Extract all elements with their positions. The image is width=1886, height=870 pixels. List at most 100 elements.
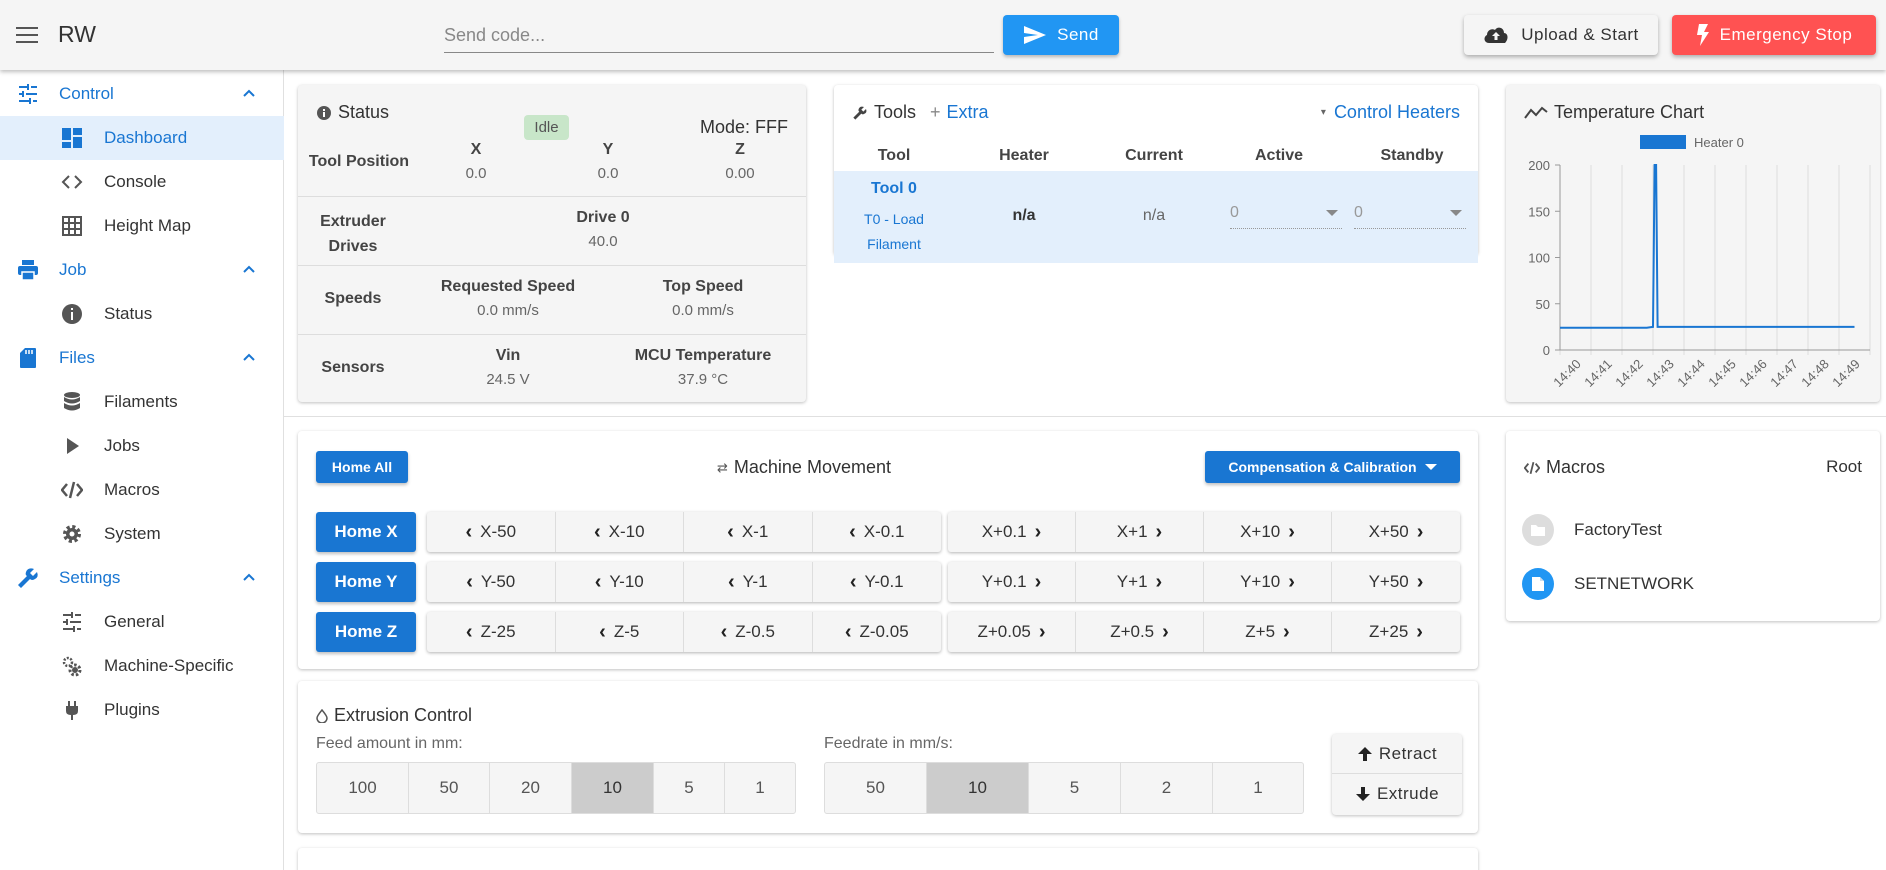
home-x-button[interactable]: Home X xyxy=(316,512,416,552)
sidebar-item-filaments[interactable]: Filaments xyxy=(0,380,284,424)
column-header: Active xyxy=(1254,147,1304,164)
extra-tab[interactable]: + Extra xyxy=(930,102,989,123)
feedrate-option[interactable]: 5 xyxy=(1029,763,1121,813)
sidebar-group-job[interactable]: Job xyxy=(0,248,284,292)
standby-temp-select[interactable]: 0 xyxy=(1354,201,1466,229)
cloud-upload-icon xyxy=(1484,27,1508,43)
retract-extrude-group: Retract Extrude xyxy=(1332,734,1462,815)
feed-amount-option[interactable]: 10 xyxy=(572,763,654,813)
chevron-left-icon: ‹ xyxy=(594,570,602,593)
sidebar-item-status[interactable]: Status xyxy=(0,292,284,336)
move-button[interactable]: X+0.1 › xyxy=(948,512,1076,552)
chart-line-icon xyxy=(1524,106,1548,119)
sidebar-group-settings[interactable]: Settings xyxy=(0,556,284,600)
move-button[interactable]: Z+0.5 › xyxy=(1076,612,1204,652)
feedrate-option[interactable]: 50 xyxy=(825,763,927,813)
upload-start-button[interactable]: Upload & Start xyxy=(1464,15,1658,55)
feed-amount-option[interactable]: 5 xyxy=(654,763,725,813)
temperature-chart: Heater 0 200 150 100 50 014:4014:4114:4214:43… xyxy=(1528,135,1871,390)
speeds-label: Speeds xyxy=(324,290,382,307)
home-y-button[interactable]: Home Y xyxy=(316,562,416,602)
legend-swatch xyxy=(1640,135,1686,149)
feed-amount-option[interactable]: 20 xyxy=(490,763,572,813)
tool-0-link[interactable]: Tool 0 xyxy=(844,180,944,198)
sidebar-item-height-map[interactable]: Height Map xyxy=(0,204,284,248)
move-button[interactable]: Y+50 › xyxy=(1332,562,1460,602)
feed-amount-option[interactable]: 1 xyxy=(725,763,795,813)
load-filament-link[interactable]: T0 - Load Filament xyxy=(844,207,944,257)
move-label: Z-0.05 xyxy=(859,622,909,641)
move-button[interactable]: ‹ X-50 xyxy=(427,512,556,552)
menu-icon[interactable] xyxy=(16,27,38,43)
root-breadcrumb[interactable]: Root xyxy=(1826,457,1862,477)
move-button[interactable]: ‹ Z-0.5 xyxy=(684,612,813,652)
macro-folder-factorytest[interactable]: FactoryTest xyxy=(1522,510,1662,550)
macro-label: FactoryTest xyxy=(1574,520,1662,539)
divider xyxy=(284,416,1886,417)
sidebar-group-control[interactable]: Control xyxy=(0,72,284,116)
compensation-calibration-button[interactable]: Compensation & Calibration xyxy=(1205,451,1460,483)
tools-title-text: Tools xyxy=(874,102,917,122)
move-button[interactable]: X+1 › xyxy=(1076,512,1204,552)
active-temp-select[interactable]: 0 xyxy=(1230,201,1342,229)
move-button[interactable]: ‹ Z-25 xyxy=(427,612,556,652)
move-button[interactable]: X+10 › xyxy=(1204,512,1332,552)
column-header: Standby xyxy=(1380,147,1444,164)
retract-button[interactable]: Retract xyxy=(1332,734,1462,774)
move-button[interactable]: Y+10 › xyxy=(1204,562,1332,602)
chevron-left-icon: ‹ xyxy=(466,570,473,593)
send-button[interactable]: Send xyxy=(1003,15,1119,55)
sidebar-item-label: General xyxy=(104,612,165,631)
sidebar-group-files[interactable]: Files xyxy=(0,336,284,380)
code-input[interactable] xyxy=(444,19,994,53)
move-label: X+1 xyxy=(1116,522,1148,541)
move-button[interactable]: ‹ Z-0.05 xyxy=(813,612,942,652)
send-icon xyxy=(1024,26,1047,44)
move-button[interactable]: Y+1 › xyxy=(1076,562,1204,602)
table-row: Tool 0 T0 - Load Filament n/a n/a 0 0 xyxy=(834,171,1478,263)
sidebar-item-system[interactable]: System xyxy=(0,512,284,556)
feedrate-option[interactable]: 1 xyxy=(1213,763,1303,813)
move-button[interactable]: ‹ Z-5 xyxy=(556,612,684,652)
home-all-button[interactable]: Home All xyxy=(316,451,408,483)
move-button[interactable]: Z+25 › xyxy=(1332,612,1460,652)
sidebar-item-macros[interactable]: Macros xyxy=(0,468,284,512)
sidebar-item-machine-specific[interactable]: Machine-Specific xyxy=(0,644,284,688)
feed-amount-option[interactable]: 50 xyxy=(409,763,490,813)
extrude-button[interactable]: Extrude xyxy=(1332,774,1462,814)
move-button[interactable]: ‹ Y-0.1 xyxy=(813,562,942,602)
feedrate-label: Feedrate in mm/s: xyxy=(824,735,953,752)
move-label: Y+10 xyxy=(1240,572,1281,591)
sidebar-item-general[interactable]: General xyxy=(0,600,284,644)
move-button[interactable]: ‹ X-1 xyxy=(684,512,813,552)
code-brackets-icon xyxy=(61,175,83,189)
move-button[interactable]: ‹ X-0.1 xyxy=(813,512,942,552)
x-tick-label: 14:45 xyxy=(1705,356,1739,390)
sidebar-item-dashboard[interactable]: Dashboard xyxy=(0,116,284,160)
sidebar-item-jobs[interactable]: Jobs xyxy=(0,424,284,468)
control-heaters-button[interactable]: ▾ Control Heaters xyxy=(1321,102,1460,123)
feed-amount-option[interactable]: 100 xyxy=(317,763,409,813)
move-button[interactable]: Z+5 › xyxy=(1204,612,1332,652)
feedrate-option[interactable]: 2 xyxy=(1121,763,1213,813)
move-button[interactable]: ‹ X-10 xyxy=(556,512,684,552)
move-label: Y+50 xyxy=(1368,572,1409,591)
home-z-button[interactable]: Home Z xyxy=(316,612,416,652)
move-button[interactable]: Z+0.05 › xyxy=(948,612,1076,652)
move-label: Y-0.1 xyxy=(864,572,904,591)
chevron-right-icon: › xyxy=(1283,620,1290,643)
move-button[interactable]: Y+0.1 › xyxy=(948,562,1076,602)
sidebar-item-plugins[interactable]: Plugins xyxy=(0,688,284,732)
feedrate-option[interactable]: 10 xyxy=(927,763,1029,813)
chevron-up-icon xyxy=(243,353,255,361)
emergency-stop-button[interactable]: Emergency Stop xyxy=(1672,15,1876,55)
move-button[interactable]: ‹ Y-10 xyxy=(556,562,684,602)
sliders-icon xyxy=(19,84,37,104)
move-button[interactable]: X+50 › xyxy=(1332,512,1460,552)
move-button[interactable]: ‹ Y-1 xyxy=(684,562,813,602)
sidebar-item-console[interactable]: Console xyxy=(0,160,284,204)
macro-file-setnetwork[interactable]: SETNETWORK xyxy=(1522,564,1694,604)
chevron-right-icon: › xyxy=(1034,570,1042,593)
chevron-up-icon xyxy=(243,89,255,97)
move-button[interactable]: ‹ Y-50 xyxy=(427,562,556,602)
